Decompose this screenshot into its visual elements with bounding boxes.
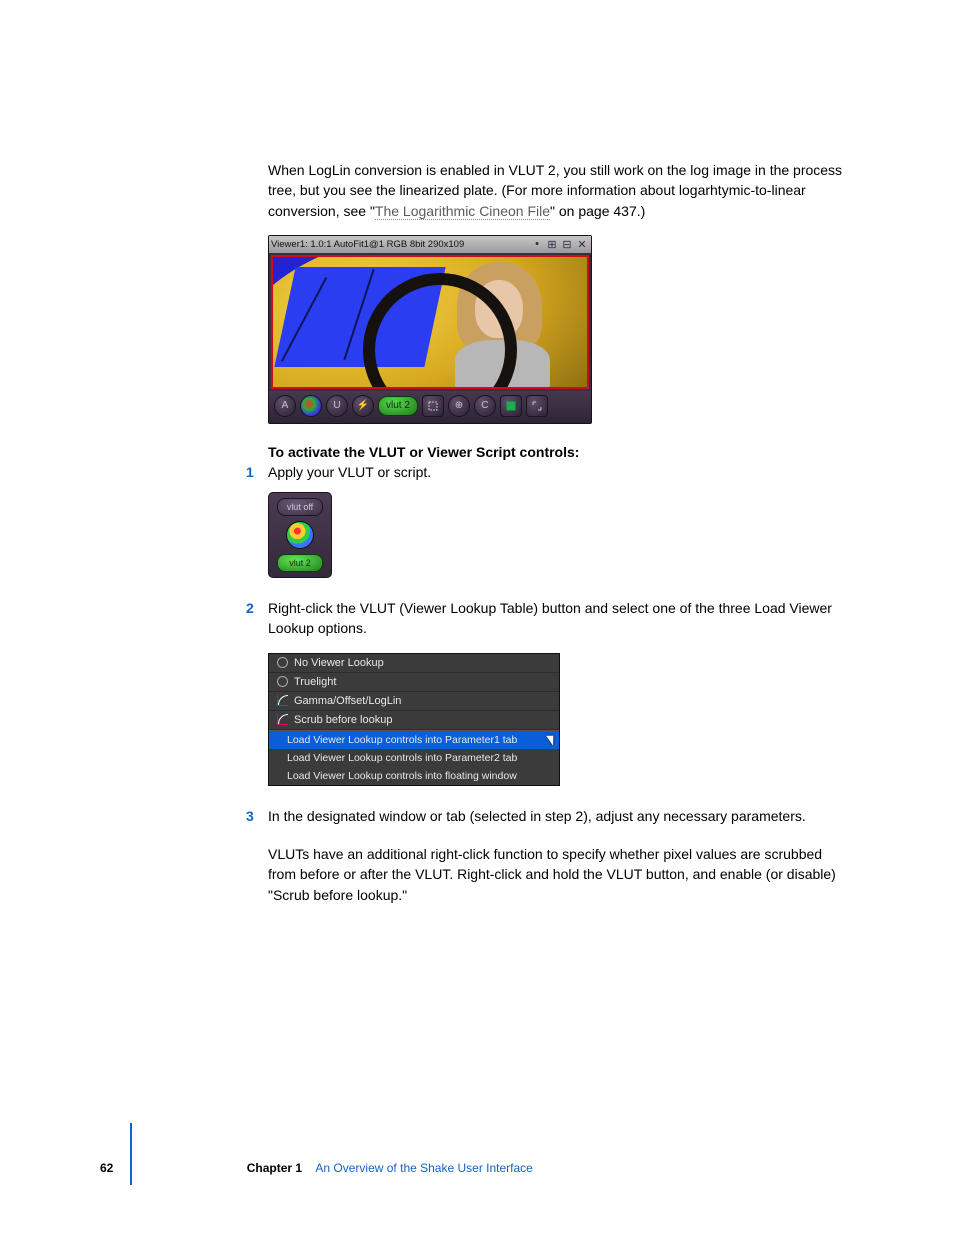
side-rule: [130, 1123, 132, 1185]
menu-gamma-offset-loglin[interactable]: Gamma/Offset/LogLin: [269, 692, 559, 711]
step-2: 2 Right-click the VLUT (Viewer Lookup Ta…: [268, 598, 844, 639]
vlut-off-button[interactable]: vlut off: [277, 498, 323, 516]
closing-paragraph: VLUTs have an additional right-click fun…: [268, 844, 844, 905]
submenu-item-label: Load Viewer Lookup controls into Paramet…: [287, 734, 517, 746]
step-1-number: 1: [246, 462, 254, 482]
submenu: Load Viewer Lookup controls into Paramet…: [269, 730, 559, 785]
intro-text-after: " on page 437.): [550, 203, 645, 219]
viewer-window: Viewer1: 1.0:1 AutoFit1@1 RGB 8bit 290x1…: [268, 235, 592, 424]
viewer-titlebar: Viewer1: 1.0:1 AutoFit1@1 RGB 8bit 290x1…: [269, 236, 591, 253]
viewer-title: Viewer1: 1.0:1 AutoFit1@1 RGB 8bit 290x1…: [271, 239, 464, 250]
menu-item-label: Gamma/Offset/LogLin: [294, 695, 401, 707]
menu-item-label: Truelight: [294, 676, 336, 688]
step-1: 1 Apply your VLUT or script.: [268, 462, 844, 482]
step-2-text: Right-click the VLUT (Viewer Lookup Tabl…: [268, 600, 832, 636]
crop-icon[interactable]: [422, 395, 444, 417]
cursor-icon: [546, 732, 558, 745]
document-page: When LogLin conversion is enabled in VLU…: [0, 0, 954, 1235]
radio-icon: [277, 676, 288, 687]
close-icon[interactable]: ✕: [575, 237, 589, 251]
split2-icon[interactable]: ⊟: [560, 237, 574, 251]
colorwheel-icon[interactable]: [286, 521, 314, 549]
channel-u-button[interactable]: U: [326, 395, 348, 417]
channel-a-button[interactable]: A: [274, 395, 296, 417]
vlut-2-button[interactable]: vlut 2: [277, 554, 323, 572]
vlut-button[interactable]: vlut 2: [378, 396, 418, 416]
chapter-title: An Overview of the Shake User Interface: [315, 1161, 532, 1175]
refresh-button[interactable]: C: [474, 395, 496, 417]
submenu-parameter1[interactable]: Load Viewer Lookup controls into Paramet…: [269, 731, 559, 749]
context-menu: No Viewer Lookup Truelight Gamma/Offset/…: [268, 653, 560, 786]
menu-truelight[interactable]: Truelight: [269, 673, 559, 692]
submenu-parameter2[interactable]: Load Viewer Lookup controls into Paramet…: [269, 749, 559, 767]
radio-icon: [277, 657, 288, 668]
menu-item-label: No Viewer Lookup: [294, 657, 384, 669]
cineon-file-link[interactable]: The Logarithmic Cineon File: [375, 203, 550, 220]
page-number: 62: [100, 1161, 113, 1175]
procedure-heading: To activate the VLUT or Viewer Script co…: [268, 444, 844, 460]
split-icon[interactable]: ⊞: [545, 237, 559, 251]
dot-icon[interactable]: •: [530, 237, 544, 251]
curve-icon: [277, 695, 288, 706]
step-3-number: 3: [246, 806, 254, 826]
target-icon[interactable]: ⊕: [448, 395, 470, 417]
curve-icon: [277, 714, 288, 725]
menu-scrub-before-lookup[interactable]: Scrub before lookup: [269, 711, 559, 730]
context-menu-figure: No Viewer Lookup Truelight Gamma/Offset/…: [268, 653, 844, 786]
save-icon[interactable]: [500, 395, 522, 417]
vlut-panel-figure: vlut off vlut 2: [268, 492, 844, 578]
viewer-image: [271, 255, 589, 389]
expand-icon[interactable]: [526, 395, 548, 417]
rgb-button[interactable]: [300, 395, 322, 417]
menu-item-label: Scrub before lookup: [294, 714, 392, 726]
submenu-item-label: Load Viewer Lookup controls into floatin…: [287, 770, 517, 782]
vlut-panel: vlut off vlut 2: [268, 492, 332, 578]
step-3: 3 In the designated window or tab (selec…: [268, 806, 844, 826]
viewer-window-figure: Viewer1: 1.0:1 AutoFit1@1 RGB 8bit 290x1…: [268, 235, 844, 424]
step-1-text: Apply your VLUT or script.: [268, 464, 431, 480]
menu-no-viewer-lookup[interactable]: No Viewer Lookup: [269, 654, 559, 673]
bolt-icon[interactable]: ⚡: [352, 395, 374, 417]
page-footer: 62 Chapter 1 An Overview of the Shake Us…: [100, 1161, 854, 1175]
step-2-number: 2: [246, 598, 254, 618]
viewer-toolbar: A U ⚡ vlut 2 ⊕ C: [269, 391, 591, 423]
submenu-floating-window[interactable]: Load Viewer Lookup controls into floatin…: [269, 767, 559, 785]
step-3-text: In the designated window or tab (selecte…: [268, 808, 806, 824]
intro-paragraph: When LogLin conversion is enabled in VLU…: [268, 160, 844, 221]
submenu-item-label: Load Viewer Lookup controls into Paramet…: [287, 752, 517, 764]
chapter-label: Chapter 1: [247, 1161, 302, 1175]
